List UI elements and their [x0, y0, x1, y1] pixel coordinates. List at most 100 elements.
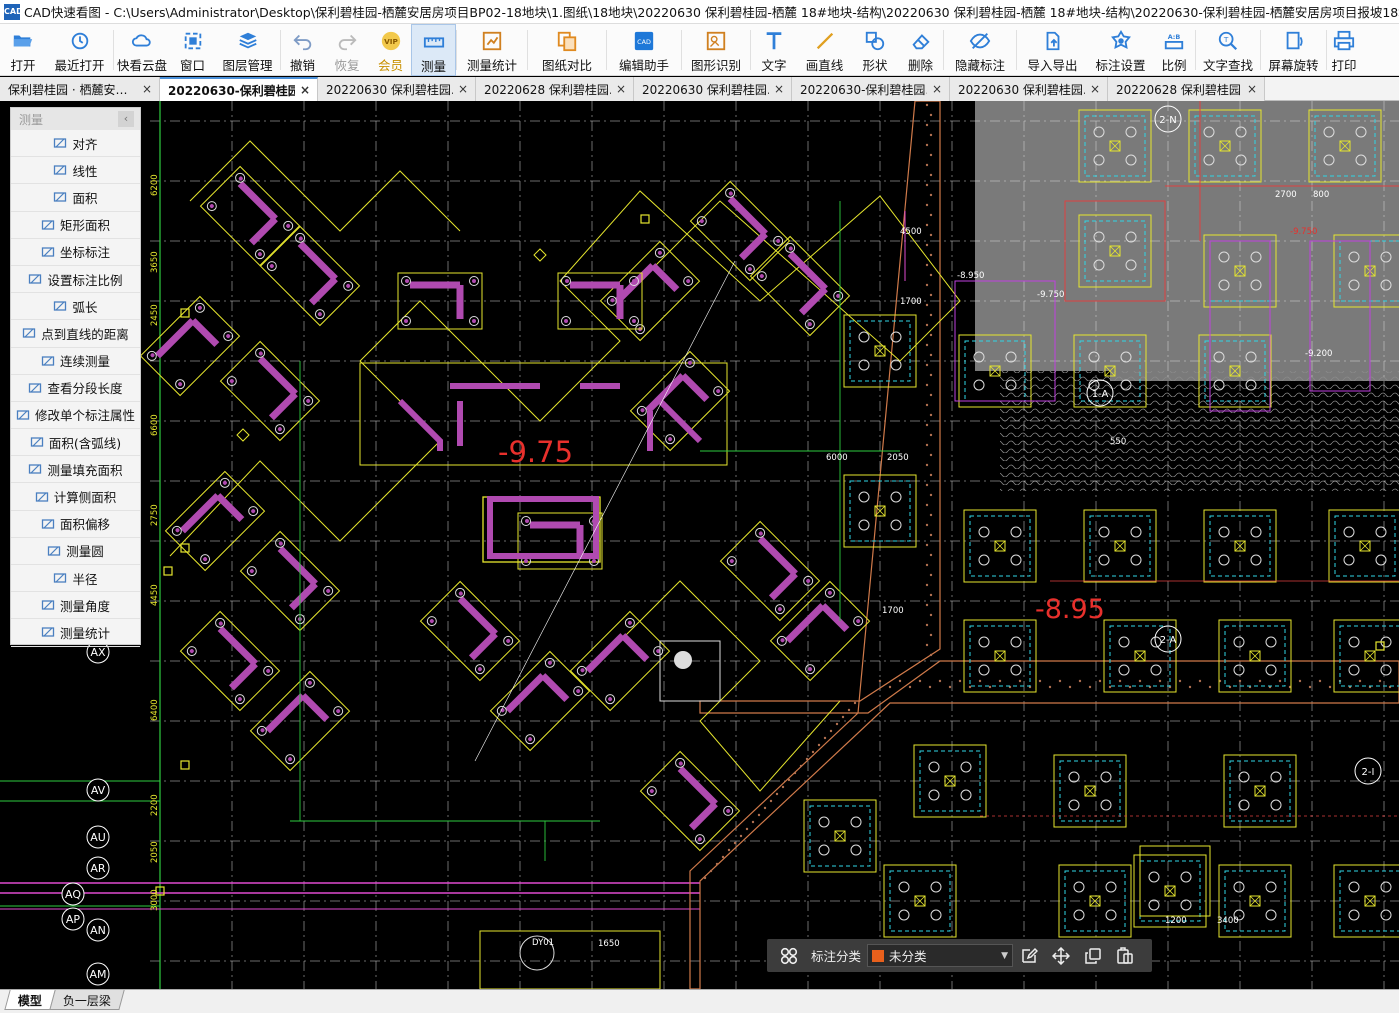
toolbar-edit-assistant-button[interactable]: CAD 编辑助手: [607, 24, 681, 76]
close-icon[interactable]: ×: [299, 83, 311, 97]
annotation-category-label: 标注分类: [811, 949, 862, 964]
measure-item[interactable]: 连续测量: [11, 348, 140, 375]
measure-item[interactable]: 面积: [11, 184, 140, 212]
collapse-icon[interactable]: ‹: [118, 111, 134, 127]
document-tab[interactable]: 20220628 保利碧桂园… ×: [1108, 77, 1265, 101]
drawing-canvas[interactable]: AX AV AU AR AQ AP AN AM 2-N 2-A 2-I 1-A 6200 3650 2450…: [0, 101, 1399, 989]
toolbar-undo-button[interactable]: 撤销: [281, 24, 324, 76]
toolbar-line-button[interactable]: 画直线: [797, 24, 852, 76]
measure-item[interactable]: 测量角度: [11, 592, 140, 620]
toolbar-window-button[interactable]: 窗口: [170, 24, 215, 76]
wall-hatch-dot: [929, 253, 933, 257]
document-tab[interactable]: 20220630 保利碧桂园… ×: [634, 77, 792, 101]
measure-item-label: 计算侧面积: [53, 490, 117, 506]
measure-item[interactable]: 半径: [11, 565, 140, 593]
document-tab[interactable]: 保利碧桂园 · 栖麓安… ×: [0, 77, 160, 101]
wall-hatch-dot: [948, 685, 952, 689]
measure-item[interactable]: 对齐: [11, 130, 140, 158]
toolbar-label: 屏幕旋转: [1268, 58, 1319, 73]
coordinate-icon: [41, 245, 55, 259]
elevator-marker: [674, 651, 692, 669]
close-icon[interactable]: ×: [615, 82, 627, 96]
measure-item[interactable]: 测量填充面积: [11, 456, 140, 484]
measure-item[interactable]: 测量统计: [11, 619, 140, 647]
toolbar-label: 打印: [1331, 58, 1357, 73]
cad-drawing[interactable]: AX AV AU AR AQ AP AN AM 2-N 2-A 2-I 1-A 6200 3650 2450…: [0, 101, 1399, 989]
document-tab[interactable]: 20220628 保利碧桂园… ×: [476, 77, 634, 101]
wall-hatch-dot: [925, 243, 929, 247]
annotation-category-select[interactable]: 未分类 ▼: [867, 944, 1014, 967]
toolbar-vip-button[interactable]: VIP 会员: [370, 24, 411, 76]
toolbar-print-button[interactable]: 打印: [1327, 24, 1361, 76]
close-icon[interactable]: ×: [773, 82, 785, 96]
layout-tab-model[interactable]: 模型: [4, 990, 56, 1010]
edit-icon[interactable]: [1018, 945, 1040, 967]
toolbar-text-search-button[interactable]: T 文字查找: [1196, 24, 1260, 76]
layout-tabs: 模型 负一层梁: [0, 989, 1399, 1013]
toolbar-compare-button[interactable]: 图纸对比: [528, 24, 606, 76]
toolbar-scale-button[interactable]: A:B 比例: [1153, 24, 1195, 76]
wall-hatch-dot: [929, 553, 933, 557]
measure-item[interactable]: 坐标标注: [11, 239, 140, 266]
measure-item[interactable]: 测量圆: [11, 538, 140, 565]
paste-icon[interactable]: [1114, 945, 1136, 967]
toolbar-label: 形状: [862, 58, 888, 73]
measure-item[interactable]: 点到直线的距离: [11, 320, 140, 348]
wall-hatch-dot: [835, 722, 839, 726]
grid-icon[interactable]: [778, 945, 800, 967]
measure-item[interactable]: 修改单个标注属性: [11, 402, 140, 430]
measure-item[interactable]: 线性: [11, 157, 140, 185]
toolbar-shapes-button[interactable]: 形状: [852, 24, 898, 76]
toolbar-text-button[interactable]: 文字: [751, 24, 797, 76]
measure-item-label: 面积: [72, 190, 98, 206]
document-tab[interactable]: 20220630-保利碧桂园… ×: [792, 77, 950, 101]
toolbar-import-export-button[interactable]: 导入导出: [1017, 24, 1088, 76]
document-tab[interactable]: 20220630-保利碧桂园- ×: [160, 77, 318, 101]
copy-icon[interactable]: [1082, 945, 1104, 967]
toolbar-rotate-screen-button[interactable]: 屏幕旋转: [1261, 24, 1326, 76]
text-search-icon: T: [1217, 30, 1239, 52]
measure-item-label: 连续测量: [59, 354, 110, 370]
close-icon[interactable]: ×: [1089, 82, 1101, 96]
wall-hatch-dot: [978, 679, 982, 683]
wall-hatch-dot: [925, 143, 929, 147]
axis-tag-label: AR: [90, 862, 106, 875]
toolbar-label: 测量: [420, 59, 446, 74]
close-icon[interactable]: ×: [141, 82, 153, 96]
measure-item[interactable]: 计算侧面积: [11, 483, 140, 511]
toolbar-redo-button[interactable]: 恢复: [324, 24, 370, 76]
toolbar-eraser-button[interactable]: 删除: [898, 24, 943, 76]
toolbar-folder-open-button[interactable]: 打开: [0, 24, 46, 76]
toolbar-cloud-button[interactable]: 快看云盘: [114, 24, 170, 76]
wall-hatch-dot: [1158, 679, 1162, 683]
measure-item[interactable]: 弧长: [11, 293, 140, 321]
toolbar-history-button[interactable]: 最近打开: [46, 24, 113, 76]
toolbar-hide-annotation-button[interactable]: 隐藏标注: [944, 24, 1016, 76]
toolbar-layers-button[interactable]: 图层管理: [215, 24, 280, 76]
measure-item-label: 测量角度: [59, 598, 110, 614]
axis-tag-label: AX: [90, 646, 106, 659]
document-tab[interactable]: 20220630 保利碧桂园… ×: [950, 77, 1108, 101]
wall-hatch-dot: [925, 203, 929, 207]
measure-item[interactable]: 矩形面积: [11, 212, 140, 239]
measure-item[interactable]: 面积偏移: [11, 511, 140, 538]
toolbar-measure-stats-button[interactable]: 测量统计: [457, 24, 527, 76]
toolbar-shape-recognition-button[interactable]: 图形识别: [682, 24, 750, 76]
close-icon[interactable]: ×: [457, 82, 469, 96]
measure-panel-title: 测量: [19, 112, 44, 127]
line-icon: [814, 30, 836, 52]
layout-tab-basement-beam[interactable]: 负一层梁: [49, 990, 125, 1010]
toolbar-annotation-settings-button[interactable]: 标注设置: [1088, 24, 1153, 76]
drawing-annotation: 2700: [1275, 190, 1297, 200]
toolbar-ruler-button[interactable]: 测量: [411, 24, 456, 76]
wall-hatch-dot: [929, 333, 933, 337]
category-selected: 未分类: [889, 949, 927, 964]
measure-item[interactable]: 面积(含弧线): [11, 429, 140, 457]
close-icon[interactable]: ×: [1246, 82, 1258, 96]
close-icon[interactable]: ×: [931, 82, 943, 96]
document-tab[interactable]: 20220630 保利碧桂园… ×: [318, 77, 476, 101]
measure-item[interactable]: 查看分段长度: [11, 375, 140, 402]
measure-item[interactable]: 设置标注比例: [11, 266, 140, 294]
move-icon[interactable]: [1050, 945, 1072, 967]
wall-hatch-dot: [929, 273, 933, 277]
